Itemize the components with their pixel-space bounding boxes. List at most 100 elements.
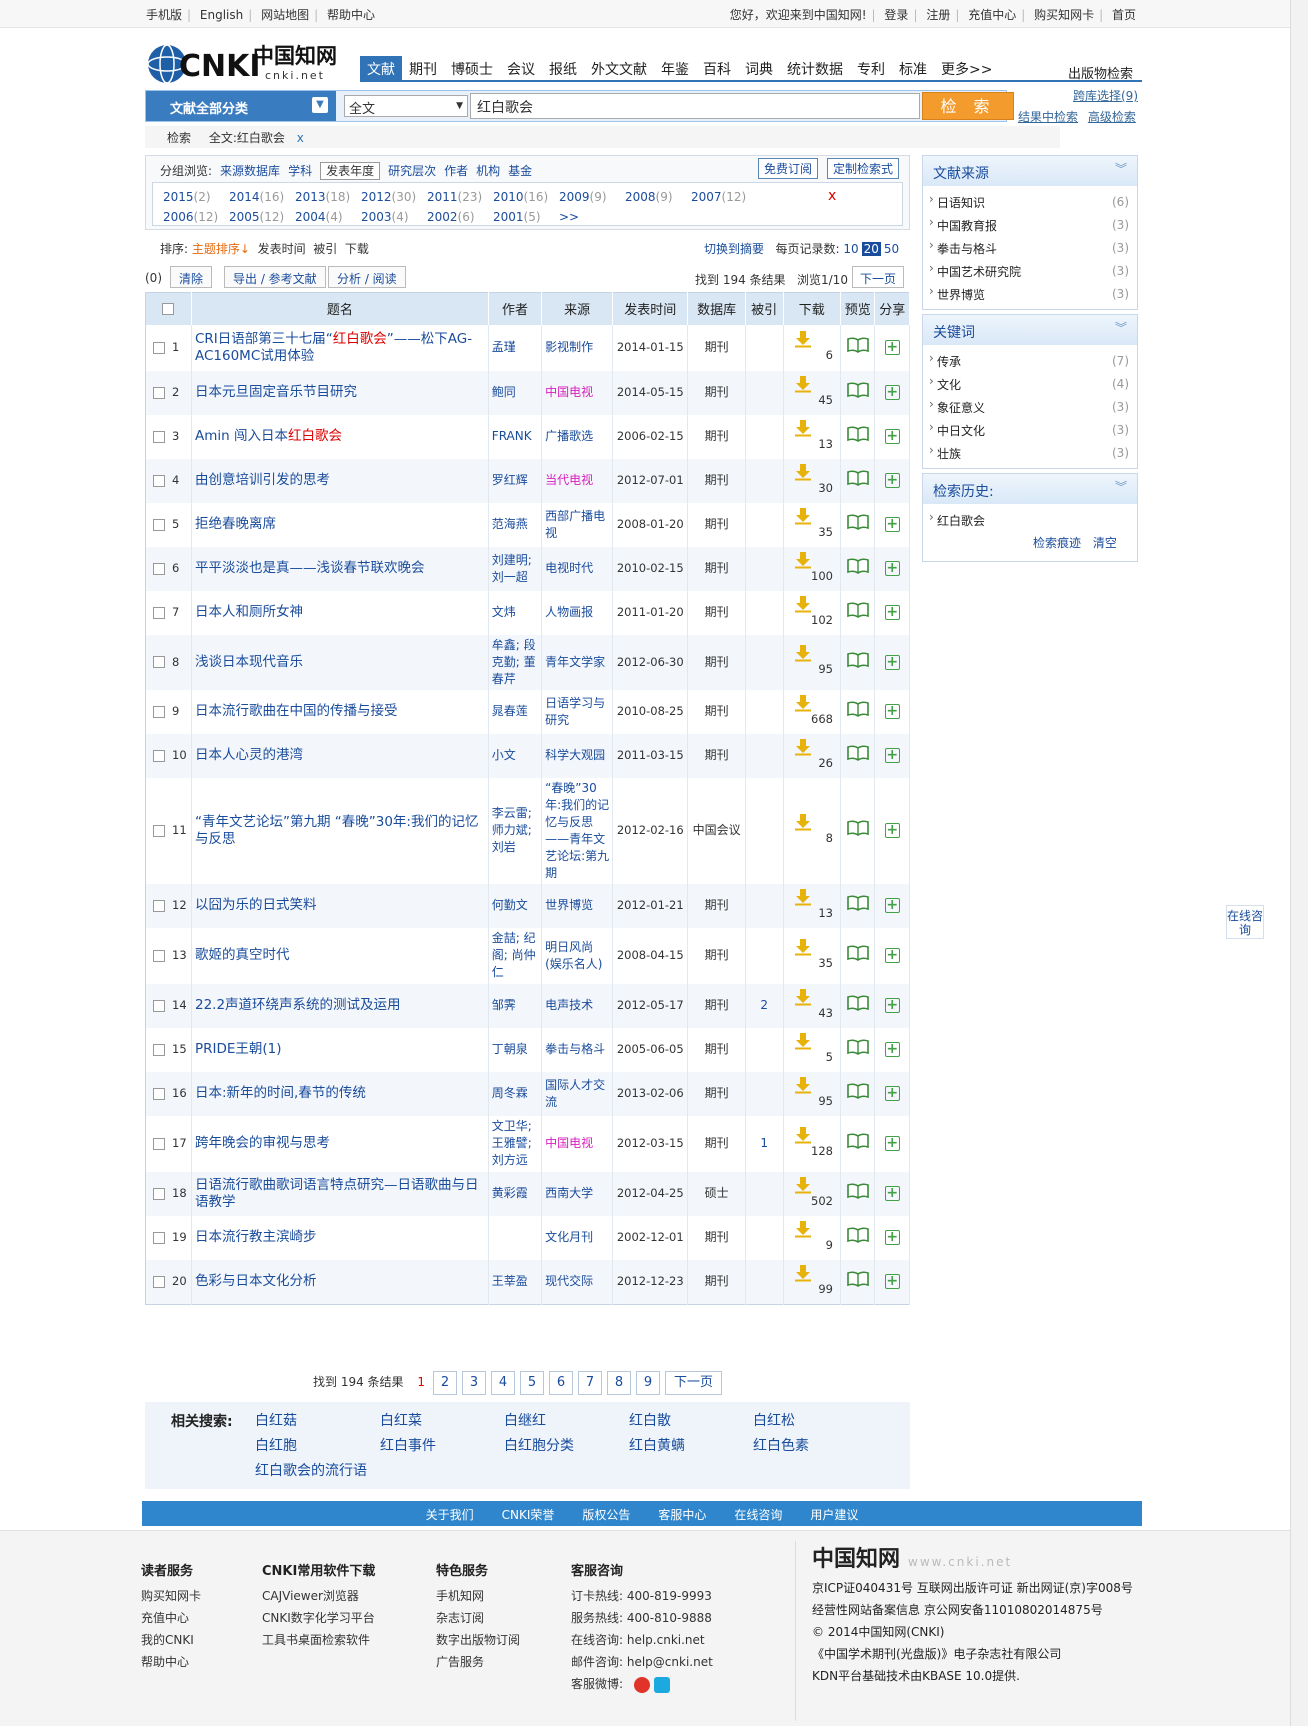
download-icon[interactable] <box>794 644 812 662</box>
result-source[interactable]: 日语学习与研究 <box>541 689 614 734</box>
keywords-item[interactable]: 文化(4) <box>923 372 1137 395</box>
result-title-link[interactable]: 平平淡淡也是真——浅谈春节联欢晚会 <box>195 560 425 576</box>
nav-item-11[interactable]: 标准 <box>892 56 934 82</box>
footer-link[interactable]: 购买知网卡 <box>141 1585 201 1607</box>
result-author[interactable]: 邹霁 <box>488 983 543 1028</box>
row-checkbox[interactable] <box>153 430 165 443</box>
export-button[interactable]: 导出 / 参考文献 <box>224 266 326 288</box>
related-search-item[interactable]: 白继红 <box>504 1410 546 1430</box>
book-icon[interactable] <box>846 558 870 577</box>
row-checkbox[interactable] <box>153 341 165 354</box>
row-checkbox[interactable] <box>153 562 165 575</box>
sources-item[interactable]: 中国教育报(3) <box>923 213 1137 236</box>
nav-item-6[interactable]: 年鉴 <box>654 56 696 82</box>
year-item[interactable]: 2010(16) <box>493 187 559 207</box>
share-plus-icon[interactable]: + <box>884 1086 900 1101</box>
year-item[interactable]: 2006(12) <box>163 207 229 227</box>
result-author[interactable]: 王莘盈 <box>488 1259 543 1304</box>
row-checkbox[interactable] <box>153 1275 165 1288</box>
per-page-10[interactable]: 10 <box>843 242 858 256</box>
footer-link[interactable]: 服务热线: 400-810-9888 <box>571 1607 713 1629</box>
publication-search-link[interactable]: 出版物检索 <box>1068 63 1133 82</box>
search-button[interactable]: 检 索 <box>922 92 1014 120</box>
year-item[interactable]: 2007(12) <box>691 187 757 207</box>
result-title-link[interactable]: 日本流行教主滨崎步 <box>195 1229 317 1245</box>
result-title-link[interactable]: 22.2声道环绕声系统的测试及运用 <box>195 997 401 1013</box>
book-icon[interactable] <box>846 1039 870 1058</box>
keywords-item[interactable]: 中日文化(3) <box>923 418 1137 441</box>
related-search-item[interactable]: 红白黄螨 <box>629 1435 685 1455</box>
keywords-item[interactable]: 传承(7) <box>923 349 1137 372</box>
pager-page[interactable]: 7 <box>578 1371 603 1395</box>
buycard-link[interactable]: 购买知网卡 <box>1034 8 1094 22</box>
result-title-link[interactable]: 跨年晚会的审视与思考 <box>195 1135 330 1151</box>
result-source[interactable]: 电视时代 <box>541 546 614 591</box>
result-source[interactable]: 拳击与格斗 <box>541 1027 614 1072</box>
result-cited[interactable] <box>745 324 784 371</box>
book-icon[interactable] <box>846 995 870 1014</box>
group-tab-5[interactable]: 机构 <box>476 164 500 178</box>
custom-query-button[interactable]: 定制检索式 <box>827 158 900 179</box>
book-icon[interactable] <box>846 382 870 401</box>
result-cited[interactable] <box>745 546 784 591</box>
row-checkbox[interactable] <box>153 1087 165 1100</box>
related-search-item[interactable]: 红白事件 <box>380 1435 436 1455</box>
share-plus-icon[interactable]: + <box>884 748 900 763</box>
result-source[interactable]: 文化月刊 <box>541 1215 614 1260</box>
result-title-link[interactable]: 日本流行歌曲在中国的传播与接受 <box>195 703 398 719</box>
share-plus-icon[interactable]: + <box>884 1230 900 1245</box>
nav-item-1[interactable]: 期刊 <box>402 56 444 82</box>
download-icon[interactable] <box>794 813 812 831</box>
pager-page[interactable]: 6 <box>549 1371 574 1395</box>
close-icon[interactable]: x <box>297 131 304 145</box>
book-icon[interactable] <box>846 945 870 964</box>
footer-link[interactable]: 帮助中心 <box>141 1651 201 1673</box>
footer-nav-item[interactable]: CNKI荣誉 <box>502 1508 555 1522</box>
sort-cited[interactable]: 被引 <box>313 242 337 256</box>
result-source[interactable]: 西南大学 <box>541 1171 614 1216</box>
history-clear-link[interactable]: 清空 <box>1093 536 1117 550</box>
sources-item[interactable]: 中国艺术研究院(3) <box>923 259 1137 282</box>
book-icon[interactable] <box>846 701 870 720</box>
book-icon[interactable] <box>846 820 870 839</box>
help-link[interactable]: 帮助中心 <box>327 8 375 22</box>
share-plus-icon[interactable]: + <box>884 1042 900 1057</box>
sort-theme[interactable]: 主题排序↓ <box>192 242 250 256</box>
download-icon[interactable] <box>794 738 812 756</box>
result-cited[interactable] <box>745 414 784 459</box>
nav-item-7[interactable]: 百科 <box>696 56 738 82</box>
share-plus-icon[interactable]: + <box>884 473 900 488</box>
collapse-icon[interactable]: ︾ <box>1115 319 1127 336</box>
book-icon[interactable] <box>846 652 870 671</box>
row-checkbox[interactable] <box>153 474 165 487</box>
advanced-search-link[interactable]: 高级检索 <box>1088 110 1136 124</box>
footer-link[interactable]: 充值中心 <box>141 1607 201 1629</box>
result-title-link[interactable]: Amin 闯入日本红白歌会 <box>195 428 342 444</box>
recharge-link[interactable]: 充值中心 <box>968 8 1016 22</box>
download-icon[interactable] <box>794 888 812 906</box>
footer-nav-item[interactable]: 版权公告 <box>582 1508 630 1522</box>
result-title-link[interactable]: 日本人和厕所女神 <box>195 604 303 620</box>
result-source[interactable]: 影视制作 <box>541 324 614 371</box>
sort-time[interactable]: 发表时间 <box>258 242 306 256</box>
result-title-link[interactable]: 拒绝春晚离席 <box>195 516 276 532</box>
footer-nav-item[interactable]: 在线咨询 <box>734 1508 782 1522</box>
analyze-button[interactable]: 分析 / 阅读 <box>328 266 406 288</box>
share-plus-icon[interactable]: + <box>884 1186 900 1201</box>
per-page-50[interactable]: 50 <box>884 242 899 256</box>
keywords-item[interactable]: 壮族(3) <box>923 441 1137 464</box>
share-plus-icon[interactable]: + <box>884 654 900 670</box>
footer-link[interactable]: 工具书桌面检索软件 <box>262 1629 375 1651</box>
result-source[interactable]: 青年文学家 <box>541 634 614 690</box>
nav-item-2[interactable]: 博硕士 <box>444 56 500 82</box>
download-icon[interactable] <box>794 1264 812 1282</box>
footer-link[interactable]: 广告服务 <box>436 1651 520 1673</box>
tencent-weibo-icon[interactable] <box>654 1677 670 1693</box>
col-download[interactable]: 下载 <box>783 292 841 325</box>
register-link[interactable]: 注册 <box>926 8 950 22</box>
result-title-link[interactable]: “青年文艺论坛”第九期 “春晚”30年:我们的记忆与反思 <box>195 814 479 847</box>
share-plus-icon[interactable]: + <box>884 340 900 355</box>
result-source[interactable]: 人物画报 <box>541 590 614 635</box>
book-icon[interactable] <box>846 337 870 356</box>
history-trace-link[interactable]: 检索痕迹 <box>1033 536 1081 550</box>
